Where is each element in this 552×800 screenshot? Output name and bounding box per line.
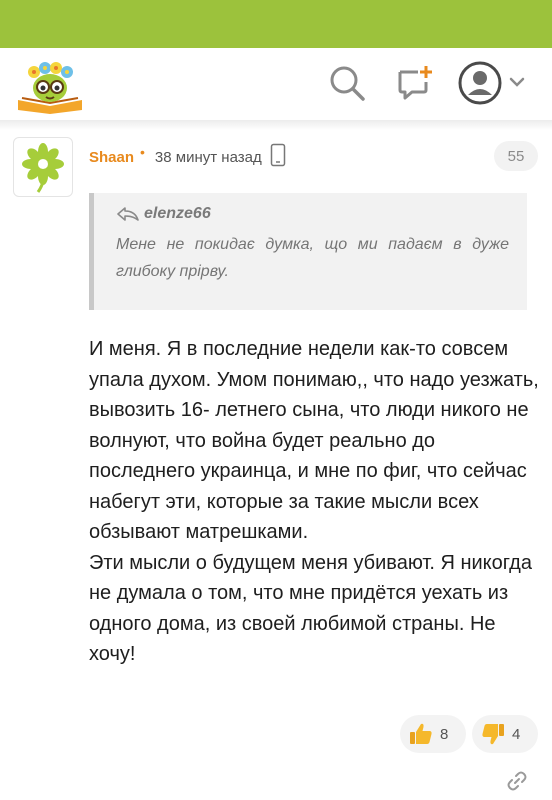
comment-body: И меня. Я в последние недели как-то совс… [89, 334, 539, 670]
like-button[interactable]: 8 [400, 715, 466, 753]
author-name[interactable]: Shaan [89, 149, 134, 166]
comment-time: 38 минут назад [154, 148, 262, 166]
compose-icon[interactable] [396, 64, 436, 107]
thumbs-down-icon [482, 724, 504, 745]
comment-paragraph: И меня. Я в последние недели как-то совс… [89, 338, 539, 543]
quoted-comment: elenze66 Мене не покидає думка, що ми па… [89, 193, 527, 310]
comment-paragraph: Эти мысли о будущем меня убивают. Я нико… [89, 551, 532, 666]
quote-author-line[interactable]: elenze66 [116, 205, 509, 223]
comment-meta: Shaan • 38 минут назад [89, 143, 286, 171]
online-dot: • [140, 144, 145, 160]
search-icon[interactable] [328, 64, 366, 107]
link-icon[interactable] [506, 770, 528, 797]
reply-arrow-icon [117, 207, 139, 221]
thumbs-up-icon [410, 723, 432, 744]
author-avatar[interactable] [13, 137, 73, 197]
dislike-button[interactable]: 4 [472, 715, 538, 753]
site-logo[interactable] [14, 56, 86, 116]
quote-text: Мене не покидає думка, що ми падаєм в ду… [116, 236, 509, 280]
quote-author: elenze66 [144, 205, 211, 222]
mobile-phone-icon [270, 143, 286, 171]
top-accent-bar [0, 0, 552, 48]
header-shadow [0, 120, 552, 130]
comment-number-badge[interactable]: 55 [494, 141, 538, 171]
like-count: 8 [440, 725, 449, 743]
app-header [0, 48, 552, 120]
user-avatar-icon[interactable] [458, 61, 528, 110]
dislike-count: 4 [512, 725, 521, 743]
